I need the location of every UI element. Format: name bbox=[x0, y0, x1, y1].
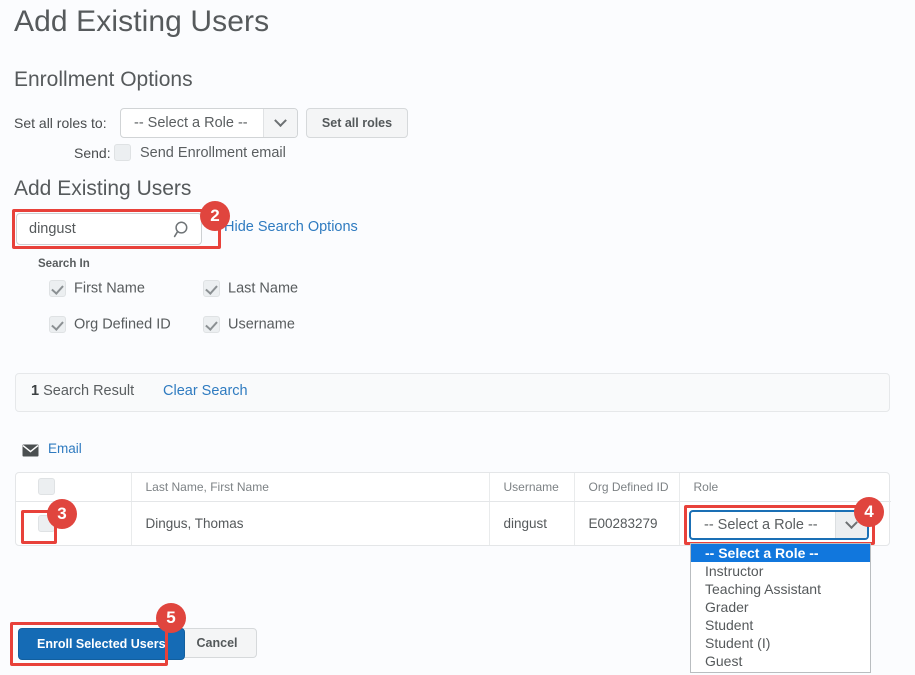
add-existing-users-page: Add Existing Users Enrollment Options Se… bbox=[0, 0, 915, 675]
role-option-grader[interactable]: Grader bbox=[691, 598, 870, 616]
hide-search-options-link[interactable]: Hide Search Options bbox=[224, 219, 358, 235]
chevron-down-icon bbox=[263, 109, 297, 137]
role-option-select-a-role[interactable]: -- Select a Role -- bbox=[691, 544, 870, 562]
role-option-student[interactable]: Student bbox=[691, 616, 870, 634]
search-in-label: Search In bbox=[38, 258, 90, 270]
table-header-role: Role bbox=[679, 473, 891, 501]
checkbox-first-name[interactable] bbox=[49, 280, 66, 297]
set-all-roles-label: Set all roles to: bbox=[14, 115, 107, 131]
send-enrollment-email-checkbox[interactable] bbox=[114, 144, 131, 161]
search-input-value: dingust bbox=[29, 221, 76, 237]
row-role-select-value: -- Select a Role -- bbox=[691, 512, 835, 538]
search-in-username[interactable]: Username bbox=[203, 316, 295, 333]
annotation-marker-2: 2 bbox=[200, 201, 230, 231]
annotation-marker-5: 5 bbox=[156, 603, 186, 633]
search-in-org-defined-id-label: Org Defined ID bbox=[74, 316, 171, 332]
search-results-bar: 1 Search Result Clear Search bbox=[15, 373, 890, 412]
row-username: dingust bbox=[489, 501, 574, 545]
enrollment-options-heading: Enrollment Options bbox=[14, 66, 193, 94]
set-all-roles-select-value: -- Select a Role -- bbox=[121, 109, 263, 137]
send-enrollment-email-label: Send Enrollment email bbox=[140, 145, 286, 161]
enroll-selected-users-button[interactable]: Enroll Selected Users bbox=[18, 628, 185, 660]
magnifier-icon[interactable] bbox=[173, 220, 193, 240]
set-all-roles-button[interactable]: Set all roles bbox=[306, 108, 408, 138]
search-in-first-name-label: First Name bbox=[74, 280, 145, 296]
search-input[interactable]: dingust bbox=[16, 213, 202, 245]
email-label[interactable]: Email bbox=[48, 441, 82, 456]
role-options-dropdown[interactable]: -- Select a Role -- Instructor Teaching … bbox=[690, 543, 871, 673]
search-in-org-defined-id[interactable]: Org Defined ID bbox=[49, 316, 171, 333]
table-header-org-id: Org Defined ID bbox=[574, 473, 679, 501]
role-option-teaching-assistant[interactable]: Teaching Assistant bbox=[691, 580, 870, 598]
table-header-row: Last Name, First Name Username Org Defin… bbox=[16, 473, 891, 501]
checkbox-username[interactable] bbox=[203, 316, 220, 333]
row-role-select[interactable]: -- Select a Role -- bbox=[689, 510, 869, 540]
annotation-marker-4: 4 bbox=[854, 497, 884, 527]
search-result-number: 1 bbox=[31, 383, 39, 399]
page-title: Add Existing Users bbox=[14, 2, 269, 42]
checkbox-org-defined-id[interactable] bbox=[49, 316, 66, 333]
envelope-icon bbox=[22, 444, 39, 457]
role-option-student-i[interactable]: Student (I) bbox=[691, 634, 870, 652]
table-header-name: Last Name, First Name bbox=[131, 473, 489, 501]
row-name: Dingus, Thomas bbox=[131, 501, 489, 545]
clear-search-link[interactable]: Clear Search bbox=[163, 383, 248, 399]
add-existing-users-heading: Add Existing Users bbox=[14, 175, 191, 203]
set-all-roles-select[interactable]: -- Select a Role -- bbox=[120, 108, 298, 138]
role-option-instructor[interactable]: Instructor bbox=[691, 562, 870, 580]
row-org-id: E00283279 bbox=[574, 501, 679, 545]
send-label: Send: bbox=[74, 145, 111, 161]
checkbox-last-name[interactable] bbox=[203, 280, 220, 297]
cancel-button[interactable]: Cancel bbox=[177, 628, 257, 658]
search-in-last-name-label: Last Name bbox=[228, 280, 298, 296]
search-in-first-name[interactable]: First Name bbox=[49, 280, 145, 297]
role-option-guest[interactable]: Guest bbox=[691, 652, 870, 670]
table-header-username: Username bbox=[489, 473, 574, 501]
select-all-checkbox[interactable] bbox=[38, 478, 55, 495]
search-in-last-name[interactable]: Last Name bbox=[203, 280, 298, 297]
table-header-select bbox=[16, 473, 131, 501]
annotation-marker-3: 3 bbox=[47, 499, 77, 529]
search-in-username-label: Username bbox=[228, 316, 295, 332]
search-result-count: 1 Search Result bbox=[31, 383, 134, 399]
search-result-suffix: Search Result bbox=[39, 383, 134, 399]
